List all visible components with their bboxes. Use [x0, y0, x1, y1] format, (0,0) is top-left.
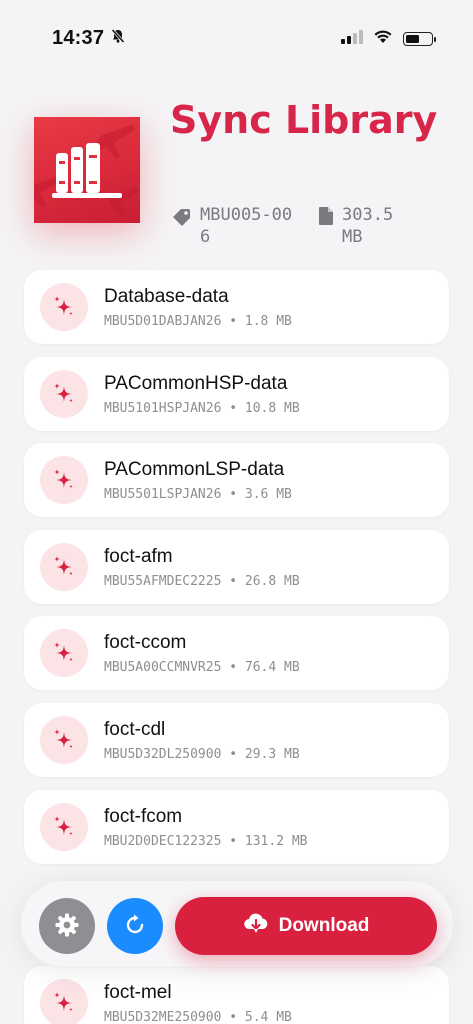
list-item-name: Database-data — [104, 285, 229, 307]
list-item-id: MBU5101HSPJAN26 — [104, 400, 222, 416]
tag-icon — [172, 204, 192, 233]
settings-button[interactable] — [39, 898, 95, 954]
status-left: 14:37 — [52, 27, 126, 50]
list-item-name: foct-mel — [104, 981, 172, 1003]
list-item-details: MBU5D01DABJAN26 • 1.8 MB — [104, 313, 292, 329]
list-item[interactable]: foct-ccom MBU5A00CCMNVR25 • 76.4 MB — [24, 616, 449, 690]
cloud-download-icon — [243, 912, 269, 940]
meta-size: 303.5 MB — [318, 204, 402, 248]
gear-icon — [54, 912, 80, 941]
refresh-button[interactable] — [107, 898, 163, 954]
list-item-size: 29.3 MB — [244, 746, 300, 762]
list-item-id: MBU5D32ME250900 — [104, 1009, 222, 1024]
sparkles-icon — [40, 979, 88, 1024]
file-icon — [318, 204, 334, 232]
list-item-id: MBU5D32DL250900 — [104, 746, 222, 762]
sparkles-icon — [40, 456, 88, 504]
list-item-size: 76.4 MB — [244, 659, 300, 675]
list-item-name: foct-afm — [104, 545, 173, 567]
list-item-id: MBU5D01DABJAN26 — [104, 313, 222, 329]
list-item-details: MBU5D32DL250900 • 29.3 MB — [104, 746, 300, 762]
sparkles-icon — [40, 629, 88, 677]
list-item-id: MBU2D0DEC122325 — [104, 833, 222, 849]
list-item-name: foct-ccom — [104, 631, 187, 653]
list-item-size: 1.8 MB — [244, 313, 292, 329]
bottom-action-bar: Download — [20, 880, 454, 968]
list-item-details: MBU2D0DEC122325 • 131.2 MB — [104, 833, 308, 849]
list-item[interactable]: PACommonLSP-data MBU5501LSPJAN26 • 3.6 M… — [24, 443, 449, 517]
battery-level — [406, 35, 420, 43]
list-item-name: foct-cdl — [104, 718, 166, 740]
list-item-text: foct-mel MBU5D32ME250900 • 5.4 MB — [104, 981, 292, 1024]
list-item-details: MBU55AFMDEC2225 • 26.8 MB — [104, 573, 300, 589]
list-item-size: 10.8 MB — [244, 400, 300, 416]
download-label: Download — [278, 915, 370, 936]
list-item-id: MBU5A00CCMNVR25 — [104, 659, 222, 675]
app-icon — [34, 117, 140, 223]
library-size: 303.5 MB — [342, 205, 394, 247]
download-button[interactable]: Download — [175, 897, 437, 955]
list-item-details: MBU5D32ME250900 • 5.4 MB — [104, 1009, 292, 1024]
list-item[interactable]: Database-data MBU5D01DABJAN26 • 1.8 MB — [24, 270, 449, 344]
list-item-name: PACommonLSP-data — [104, 458, 285, 480]
list-item-details: MBU5501LSPJAN26 • 3.6 MB — [104, 486, 292, 502]
list-item[interactable]: foct-afm MBU55AFMDEC2225 • 26.8 MB — [24, 530, 449, 604]
library-tag: MBU005-006 — [200, 205, 293, 247]
sparkles-icon — [40, 716, 88, 764]
wifi-icon — [373, 29, 393, 49]
list-item[interactable]: PACommonHSP-data MBU5101HSPJAN26 • 10.8 … — [24, 357, 449, 431]
list-item-size: 3.6 MB — [244, 486, 292, 502]
library-header: Sync Library MBU005-006 303.5 MB — [34, 96, 454, 256]
list-item-text: PACommonHSP-data MBU5101HSPJAN26 • 10.8 … — [104, 372, 300, 417]
list-item-size: 5.4 MB — [244, 1009, 292, 1024]
list-item-text: foct-fcom MBU2D0DEC122325 • 131.2 MB — [104, 805, 308, 850]
list-item-text: Database-data MBU5D01DABJAN26 • 1.8 MB — [104, 285, 292, 330]
list-item-text: foct-cdl MBU5D32DL250900 • 29.3 MB — [104, 718, 300, 763]
meta-tag: MBU005-006 — [172, 204, 296, 248]
sparkles-icon — [40, 283, 88, 331]
status-time: 14:37 — [52, 27, 105, 49]
page-title: Sync Library — [170, 98, 438, 142]
list-item-size: 131.2 MB — [244, 833, 308, 849]
refresh-icon — [122, 912, 148, 941]
status-bar: 14:37 — [0, 0, 473, 76]
list-item-text: foct-afm MBU55AFMDEC2225 • 26.8 MB — [104, 545, 300, 590]
list-item[interactable]: foct-fcom MBU2D0DEC122325 • 131.2 MB — [24, 790, 449, 864]
list-item-size: 26.8 MB — [244, 573, 300, 589]
status-right — [341, 29, 436, 49]
battery-icon — [403, 32, 436, 46]
list-item-details: MBU5101HSPJAN26 • 10.8 MB — [104, 400, 300, 416]
list-item-name: foct-fcom — [104, 805, 183, 827]
list-item-name: PACommonHSP-data — [104, 372, 288, 394]
list-item-text: PACommonLSP-data MBU5501LSPJAN26 • 3.6 M… — [104, 458, 292, 503]
list-item-details: MBU5A00CCMNVR25 • 76.4 MB — [104, 659, 300, 675]
list-item-id: MBU55AFMDEC2225 — [104, 573, 222, 589]
list-item[interactable]: foct-mel MBU5D32ME250900 • 5.4 MB — [24, 966, 449, 1024]
sparkles-icon — [40, 803, 88, 851]
bell-slash-icon — [110, 28, 126, 49]
sparkles-icon — [40, 543, 88, 591]
cellular-signal-icon — [341, 29, 363, 49]
list-item-id: MBU5501LSPJAN26 — [104, 486, 222, 502]
list-item[interactable]: foct-cdl MBU5D32DL250900 • 29.3 MB — [24, 703, 449, 777]
sparkles-icon — [40, 370, 88, 418]
library-meta: MBU005-006 303.5 MB — [172, 204, 402, 248]
list-item-text: foct-ccom MBU5A00CCMNVR25 • 76.4 MB — [104, 631, 300, 676]
